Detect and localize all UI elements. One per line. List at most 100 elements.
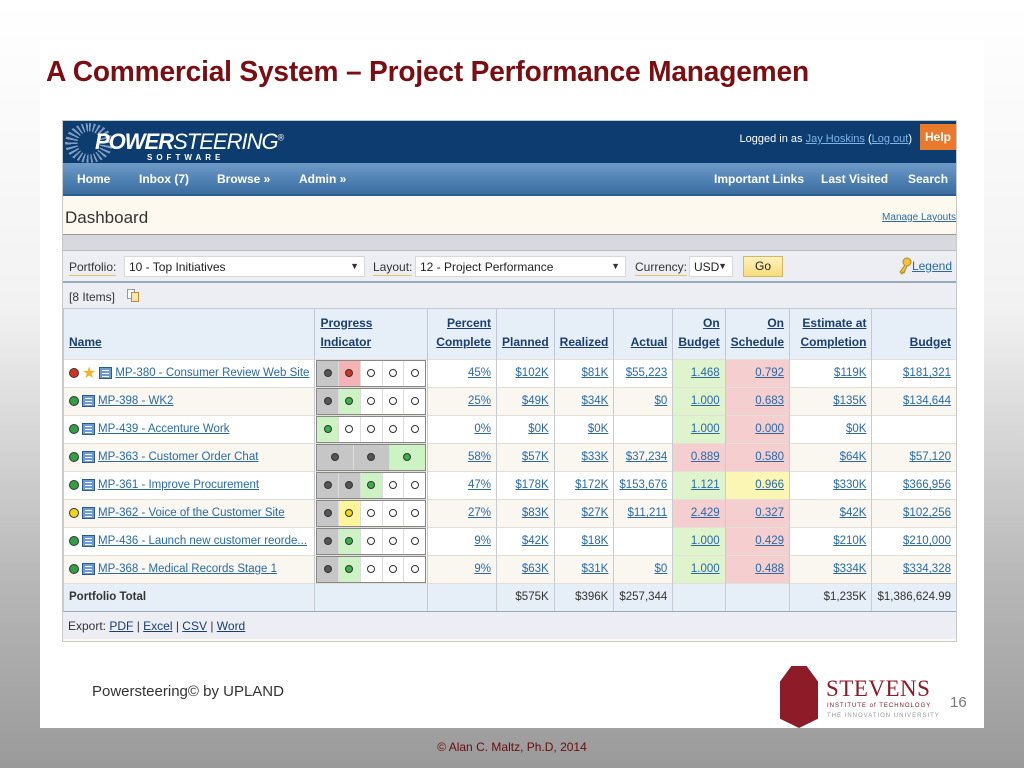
cell-realized-link[interactable]: $31K xyxy=(582,563,609,575)
copy-icon[interactable] xyxy=(127,289,139,302)
progress-gate-empty[interactable] xyxy=(382,528,405,554)
project-link[interactable]: MP-436 - Launch new customer reorde... xyxy=(98,535,307,547)
cell-planned-link[interactable]: $57K xyxy=(522,451,549,463)
cell-on-schedule-link[interactable]: 0.580 xyxy=(755,451,784,463)
col-budget[interactable]: Budget xyxy=(871,309,956,359)
progress-gate-done[interactable] xyxy=(317,472,340,498)
progress-gate-green[interactable] xyxy=(339,388,361,414)
cell-eac-link[interactable]: $135K xyxy=(833,395,866,407)
cell-eac-link[interactable]: $330K xyxy=(833,479,866,491)
progress-gate-done[interactable] xyxy=(317,388,340,414)
layout-select[interactable]: 12 - Project Performance ▼ xyxy=(415,256,626,277)
col-percent-complete[interactable]: Percent Complete xyxy=(426,309,497,359)
col-actual[interactable]: Actual xyxy=(613,309,673,359)
col-estimate-at-completion[interactable]: Estimate at Completion xyxy=(789,309,872,359)
powersteering-logo[interactable]: POWERSTEERING® SOFTWARE xyxy=(65,123,284,163)
cell-eac-link[interactable]: $119K xyxy=(834,367,866,379)
cell-planned-link[interactable]: $178K xyxy=(515,479,548,491)
progress-gate-empty[interactable] xyxy=(404,528,425,554)
cell-realized-link[interactable]: $18K xyxy=(582,535,609,547)
cell-planned-link[interactable]: $49K xyxy=(522,395,549,407)
progress-gate-empty[interactable] xyxy=(360,416,383,442)
progress-gate-green[interactable] xyxy=(339,528,361,554)
nav-inbox[interactable]: Inbox (7) xyxy=(139,172,189,186)
cell-realized-link[interactable]: $34K xyxy=(582,395,609,407)
cell-on-budget-link[interactable]: 1.121 xyxy=(691,479,720,491)
cell-percent-link[interactable]: 9% xyxy=(474,535,491,547)
currency-select[interactable]: USD ▼ xyxy=(689,256,733,277)
progress-gate-empty[interactable] xyxy=(404,500,425,526)
progress-gate-empty[interactable] xyxy=(382,472,405,498)
progress-gate-empty[interactable] xyxy=(360,556,383,582)
cell-budget-link[interactable]: $181,321 xyxy=(903,367,951,379)
cell-percent-link[interactable]: 0% xyxy=(474,423,491,435)
progress-gate-empty[interactable] xyxy=(382,500,405,526)
cell-on-budget-link[interactable]: 1.000 xyxy=(691,535,720,547)
go-button[interactable]: Go xyxy=(743,256,783,277)
cell-actual-link[interactable]: $153,676 xyxy=(619,479,667,491)
cell-planned-link[interactable]: $63K xyxy=(522,563,549,575)
col-on-schedule[interactable]: On Schedule xyxy=(724,309,790,359)
cell-budget-link[interactable]: $57,120 xyxy=(909,451,951,463)
progress-gate-done[interactable] xyxy=(317,360,340,386)
cell-on-schedule-link[interactable]: 0.683 xyxy=(755,395,784,407)
cell-eac-link[interactable]: $64K xyxy=(840,451,867,463)
progress-gate-green[interactable] xyxy=(389,444,425,470)
nav-browse[interactable]: Browse » xyxy=(217,172,270,186)
progress-gate-empty[interactable] xyxy=(382,556,405,582)
progress-gate-green[interactable] xyxy=(339,556,361,582)
progress-gate-yellow[interactable] xyxy=(339,500,361,526)
user-link[interactable]: Jay Hoskins xyxy=(806,133,865,145)
progress-gate-empty[interactable] xyxy=(404,388,425,414)
cell-planned-link[interactable]: $102K xyxy=(515,367,548,379)
cell-on-schedule-link[interactable]: 0.792 xyxy=(755,367,784,379)
cell-eac-link[interactable]: $210K xyxy=(833,535,866,547)
cell-percent-link[interactable]: 47% xyxy=(468,479,491,491)
cell-actual-link[interactable]: $11,211 xyxy=(627,507,667,519)
col-progress[interactable]: Progress Indicator xyxy=(314,309,428,359)
cell-percent-link[interactable]: 27% xyxy=(468,507,491,519)
cell-on-schedule-link[interactable]: 0.327 xyxy=(755,507,784,519)
cell-on-schedule-link[interactable]: 0.000 xyxy=(755,423,784,435)
cell-realized-link[interactable]: $172K xyxy=(575,479,608,491)
progress-gate-red[interactable] xyxy=(339,360,361,386)
cell-realized-link[interactable]: $27K xyxy=(582,507,609,519)
progress-gate-empty[interactable] xyxy=(382,360,405,386)
export-pdf-link[interactable]: PDF xyxy=(109,619,133,633)
col-on-budget[interactable]: On Budget xyxy=(672,309,726,359)
project-link[interactable]: MP-439 - Accenture Work xyxy=(98,423,229,435)
cell-eac-link[interactable]: $42K xyxy=(840,507,867,519)
progress-gate-done[interactable] xyxy=(317,528,340,554)
cell-percent-link[interactable]: 25% xyxy=(468,395,491,407)
progress-gate-green[interactable] xyxy=(317,416,340,442)
project-link[interactable]: MP-363 - Customer Order Chat xyxy=(98,451,258,463)
cell-on-schedule-link[interactable]: 0.488 xyxy=(755,563,784,575)
cell-percent-link[interactable]: 45% xyxy=(468,367,491,379)
col-realized[interactable]: Realized xyxy=(553,309,614,359)
cell-budget-link[interactable]: $102,256 xyxy=(903,507,951,519)
cell-on-budget-link[interactable]: 0.889 xyxy=(691,451,720,463)
project-link[interactable]: MP-361 - Improve Procurement xyxy=(98,479,259,491)
cell-on-budget-link[interactable]: 2.429 xyxy=(691,507,720,519)
progress-gate-empty[interactable] xyxy=(382,416,405,442)
cell-actual-link[interactable]: $37,234 xyxy=(626,451,668,463)
cell-on-budget-link[interactable]: 1.468 xyxy=(691,367,720,379)
cell-on-budget-link[interactable]: 1.000 xyxy=(691,423,720,435)
export-word-link[interactable]: Word xyxy=(217,619,245,633)
progress-gate-empty[interactable] xyxy=(404,360,425,386)
progress-gate-done[interactable] xyxy=(317,500,340,526)
progress-gate-empty[interactable] xyxy=(404,416,425,442)
legend-link[interactable]: Legend xyxy=(912,259,952,273)
progress-gate-empty[interactable] xyxy=(404,472,425,498)
progress-gate-done[interactable] xyxy=(317,556,340,582)
progress-gate-green[interactable] xyxy=(360,472,383,498)
cell-realized-link[interactable]: $33K xyxy=(582,451,609,463)
portfolio-select[interactable]: 10 - Top Initiatives ▼ xyxy=(124,256,365,277)
cell-actual-link[interactable]: $55,223 xyxy=(626,367,668,379)
cell-actual-link[interactable]: $0 xyxy=(655,395,668,407)
progress-gate-empty[interactable] xyxy=(360,388,383,414)
cell-on-budget-link[interactable]: 1.000 xyxy=(691,563,720,575)
progress-gate-empty[interactable] xyxy=(339,416,361,442)
cell-planned-link[interactable]: $83K xyxy=(522,507,549,519)
project-link[interactable]: MP-398 - WK2 xyxy=(98,395,173,407)
